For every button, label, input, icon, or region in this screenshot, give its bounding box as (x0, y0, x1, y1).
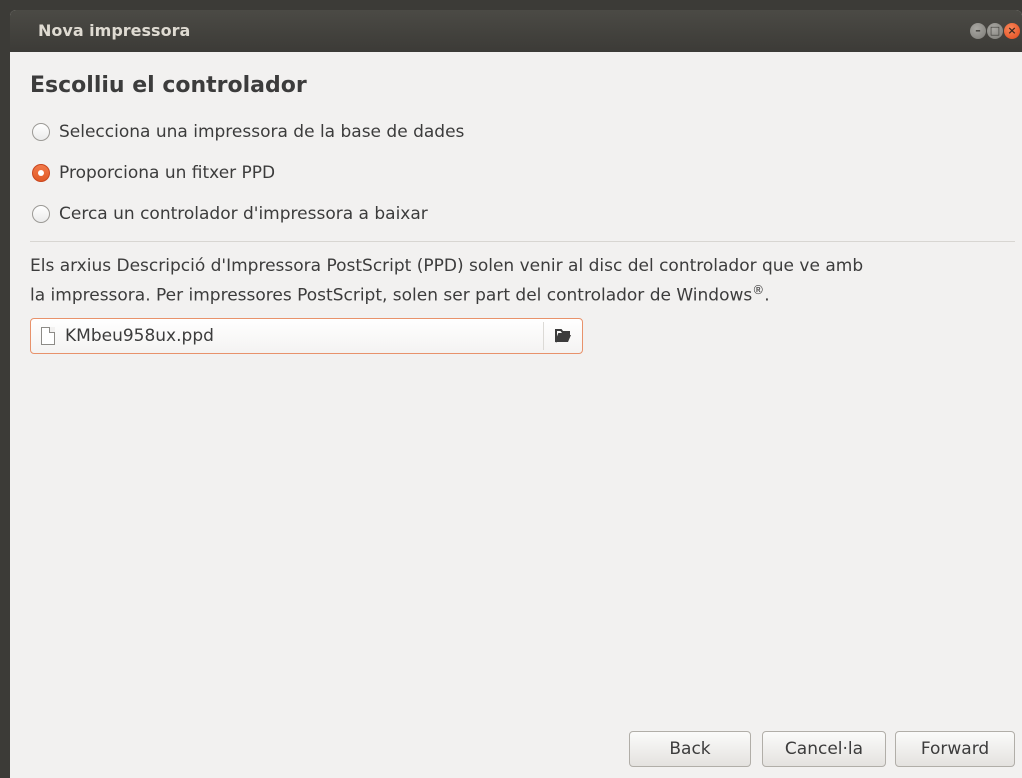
radio-button[interactable] (32, 205, 50, 223)
radio-label: Proporciona un fitxer PPD (59, 163, 276, 183)
page-title: Escolliu el controlador (30, 73, 307, 98)
file-icon (41, 327, 55, 345)
window-title: Nova impressora (38, 21, 191, 40)
file-chooser-value: KMbeu958ux.ppd (65, 326, 214, 346)
cancel-button[interactable]: Cancel·la (762, 731, 886, 767)
radio-button[interactable] (32, 123, 50, 141)
forward-button[interactable]: Forward (895, 731, 1015, 767)
close-icon[interactable]: × (1004, 23, 1020, 39)
radio-option-search-download[interactable]: Cerca un controlador d'impressora a baix… (32, 204, 428, 224)
window-controls: – □ × (970, 23, 1020, 39)
radio-option-ppd-file[interactable]: Proporciona un fitxer PPD (32, 163, 275, 183)
description-text: Els arxius Descripció d'Impressora PostS… (30, 254, 1020, 308)
back-button[interactable]: Back (629, 731, 751, 767)
description-line-2: la impressora. Per impressores PostScrip… (30, 283, 770, 306)
radio-button-selected[interactable] (32, 164, 50, 182)
maximize-icon[interactable]: □ (987, 23, 1003, 39)
registered-mark: ® (752, 283, 765, 297)
title-bar[interactable]: Nova impressora – □ × (10, 10, 1022, 52)
radio-label: Selecciona una impressora de la base de … (59, 122, 465, 142)
radio-option-database[interactable]: Selecciona una impressora de la base de … (32, 122, 464, 142)
ppd-file-chooser[interactable]: KMbeu958ux.ppd (30, 318, 583, 354)
minimize-icon[interactable]: – (970, 23, 986, 39)
dialog-window: Nova impressora – □ × Escolliu el contro… (10, 10, 1022, 778)
separator (30, 241, 1015, 242)
description-line-1: Els arxius Descripció d'Impressora PostS… (30, 256, 864, 276)
open-folder-icon[interactable] (544, 319, 582, 353)
radio-label: Cerca un controlador d'impressora a baix… (59, 204, 428, 224)
